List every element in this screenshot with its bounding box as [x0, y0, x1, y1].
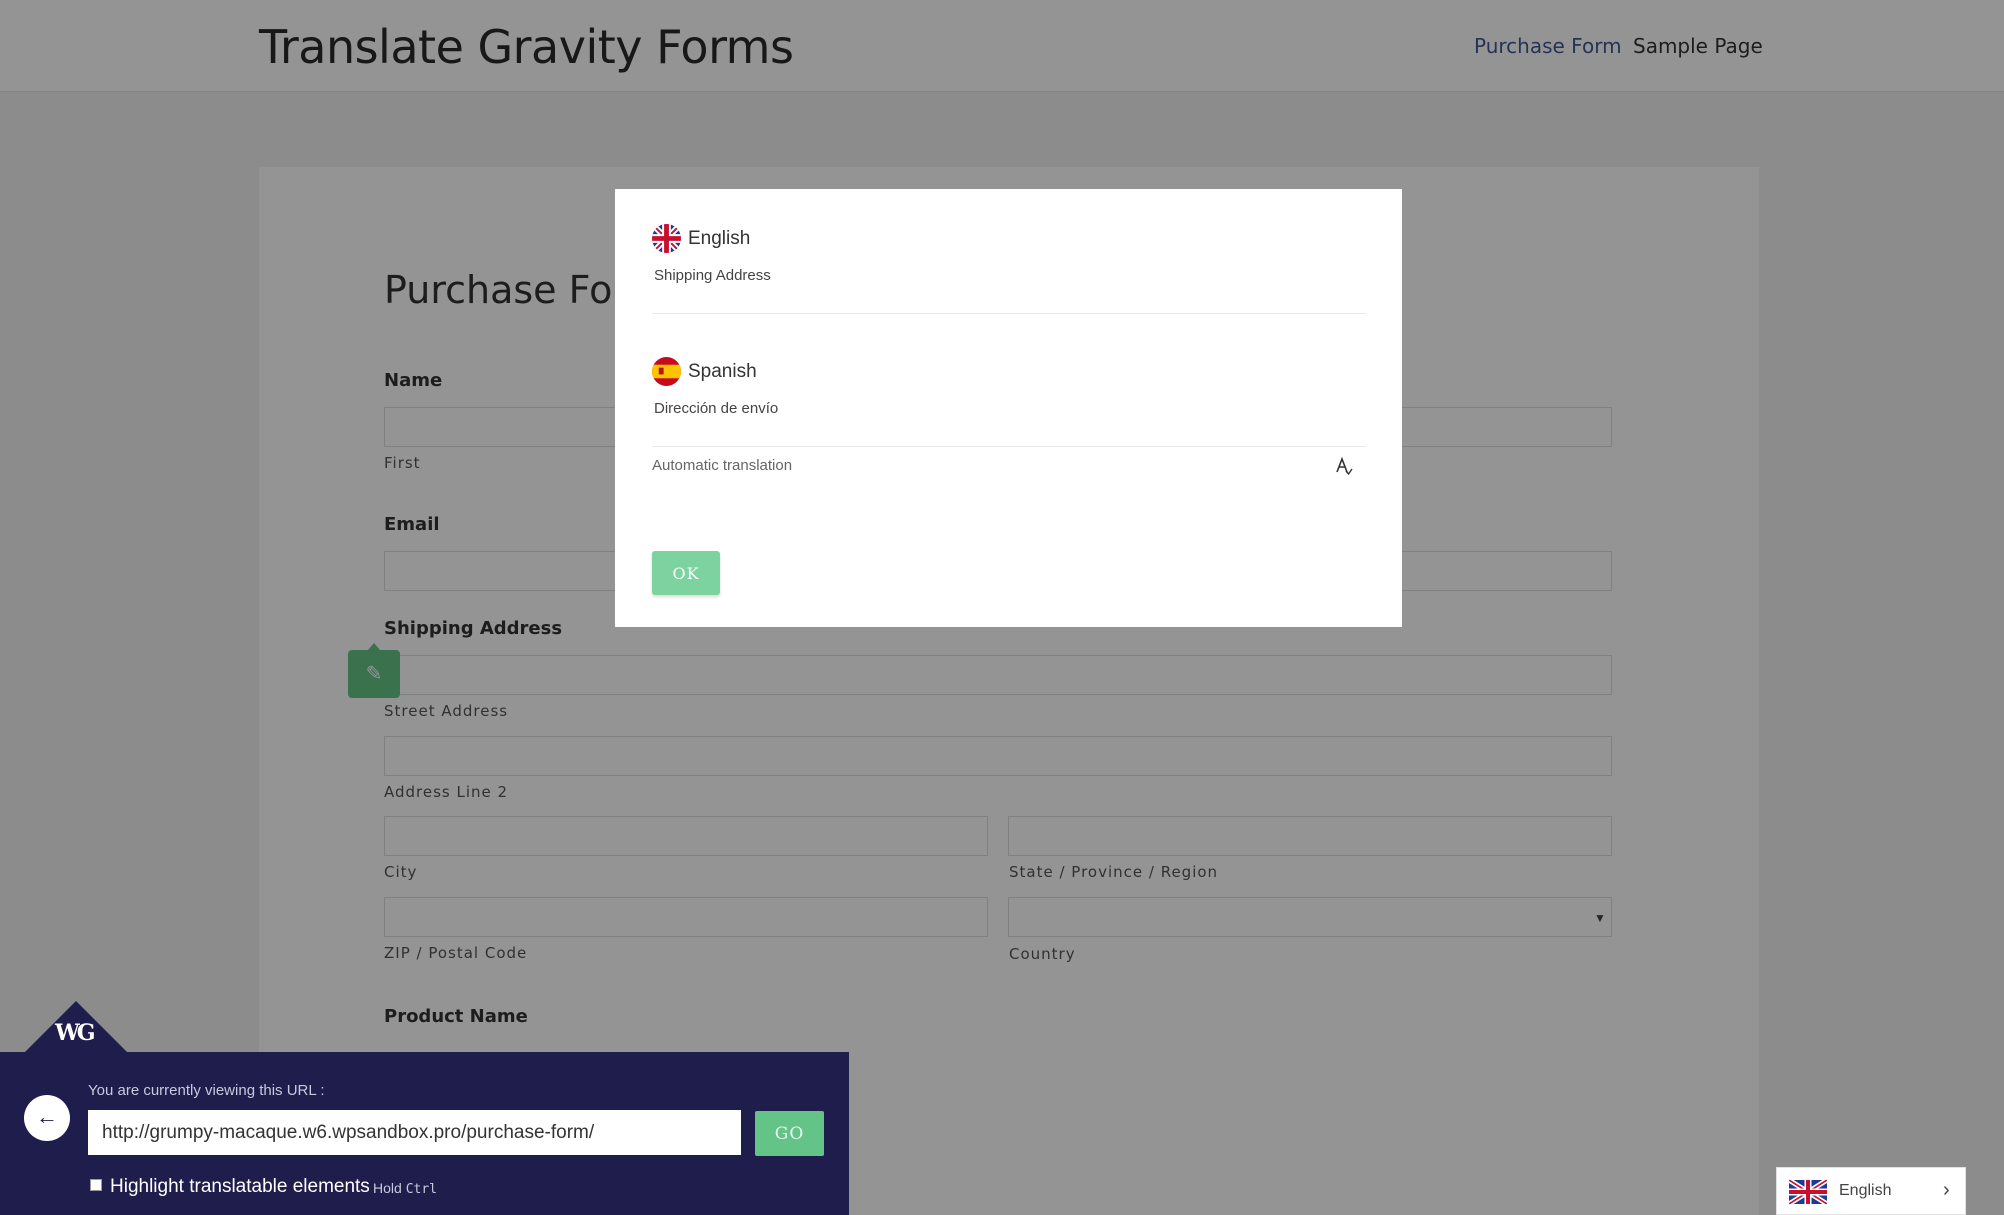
url-input[interactable] [88, 1110, 741, 1155]
language-switcher[interactable]: English › [1776, 1167, 1966, 1215]
hold-key: Ctrl [405, 1182, 437, 1197]
highlight-label[interactable]: Highlight translatable elements [110, 1176, 370, 1198]
wg-logo: WG [55, 1020, 95, 1046]
target-text[interactable]: Dirección de envío [654, 400, 778, 417]
divider [652, 446, 1366, 447]
go-button[interactable]: GO [755, 1111, 824, 1156]
back-button[interactable]: ← [24, 1095, 70, 1141]
target-language-row: Spanish [652, 357, 757, 386]
url-caption: You are currently viewing this URL : [88, 1082, 325, 1099]
highlight-checkbox[interactable] [90, 1179, 102, 1191]
uk-flag-icon [652, 224, 681, 253]
language-switcher-label: English [1839, 1182, 1892, 1199]
ok-button[interactable]: OK [652, 551, 720, 595]
automatic-translation-label: Automatic translation [652, 457, 793, 474]
divider [652, 313, 1366, 314]
target-language-name: Spanish [688, 360, 757, 382]
hold-hint: Hold Ctrl [373, 1180, 437, 1197]
spain-flag-icon [652, 357, 681, 386]
translation-modal: English Shipping Address Spanish Direcci… [615, 189, 1402, 627]
arrow-left-icon: ← [36, 1104, 58, 1129]
source-language-row: English [652, 224, 750, 253]
translate-icon[interactable] [1333, 455, 1355, 477]
chevron-right-icon: › [1943, 1179, 1950, 1201]
source-text: Shipping Address [654, 267, 771, 284]
hold-prefix: Hold [373, 1180, 402, 1196]
uk-flag-icon [1789, 1180, 1827, 1204]
source-language-name: English [688, 227, 751, 249]
